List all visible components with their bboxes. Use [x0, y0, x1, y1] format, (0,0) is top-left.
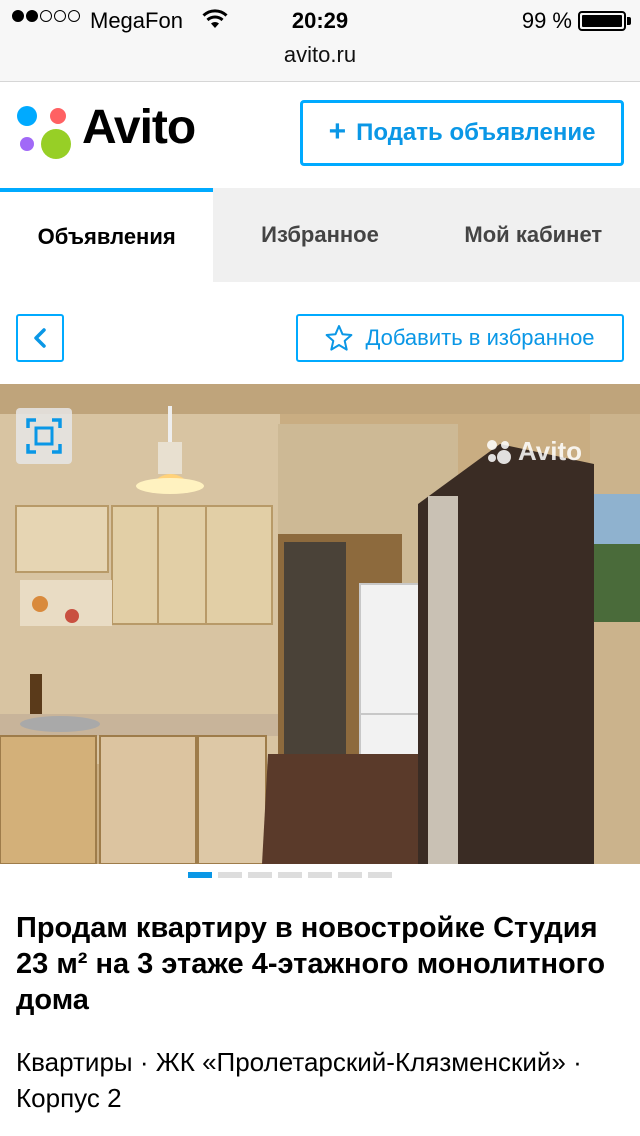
chevron-left-icon: [34, 328, 46, 348]
address-bar-url[interactable]: avito.ru: [0, 42, 640, 68]
pager-dot[interactable]: [248, 872, 272, 878]
tab-favorites[interactable]: Избранное: [213, 188, 426, 282]
plus-icon: +: [328, 115, 347, 148]
watermark-text: Avito: [518, 436, 583, 466]
pager-dot[interactable]: [278, 872, 302, 878]
listing-title: Продам квартиру в новостройке Студия 23 …: [16, 912, 606, 1016]
post-ad-label: Подать объявление: [356, 119, 596, 146]
post-ad-button[interactable]: + Подать объявление: [300, 100, 624, 166]
logo-text: Avito: [82, 101, 196, 154]
battery-percent: 99 %: [521, 8, 572, 33]
expand-icon: [26, 418, 62, 454]
pager-dot[interactable]: [188, 872, 212, 878]
tab-my-account[interactable]: Мой кабинет: [427, 188, 640, 282]
status-bar: MegaFon 20:29 99 % avito.ru: [0, 0, 640, 82]
pager-dot[interactable]: [368, 872, 392, 878]
add-to-favorites-button[interactable]: Добавить в избранное: [296, 314, 624, 362]
main-tabs: Объявления Избранное Мой кабинет: [0, 188, 640, 282]
tab-listings[interactable]: Объявления: [0, 188, 214, 282]
listing-toolbar: Добавить в избранное: [0, 282, 640, 384]
photo-pager: [188, 872, 392, 878]
photo-watermark: Avito: [486, 436, 582, 467]
avito-logo-icon: [17, 106, 71, 159]
pager-dot[interactable]: [338, 872, 362, 878]
listing-meta: Квартиры · ЖК «Пролетарский-Клязменский»…: [16, 1047, 582, 1113]
avito-logo[interactable]: Avito: [16, 101, 216, 160]
star-icon: [326, 325, 353, 351]
fullscreen-button[interactable]: [16, 408, 72, 464]
pager-dot[interactable]: [218, 872, 242, 878]
back-button[interactable]: [16, 314, 64, 362]
battery-icon: [578, 11, 626, 31]
watermark-logo-icon: [487, 439, 511, 464]
site-header: Avito + Подать объявление: [0, 82, 640, 188]
pager-dot[interactable]: [308, 872, 332, 878]
add-to-favorites-label: Добавить в избранное: [365, 325, 595, 350]
